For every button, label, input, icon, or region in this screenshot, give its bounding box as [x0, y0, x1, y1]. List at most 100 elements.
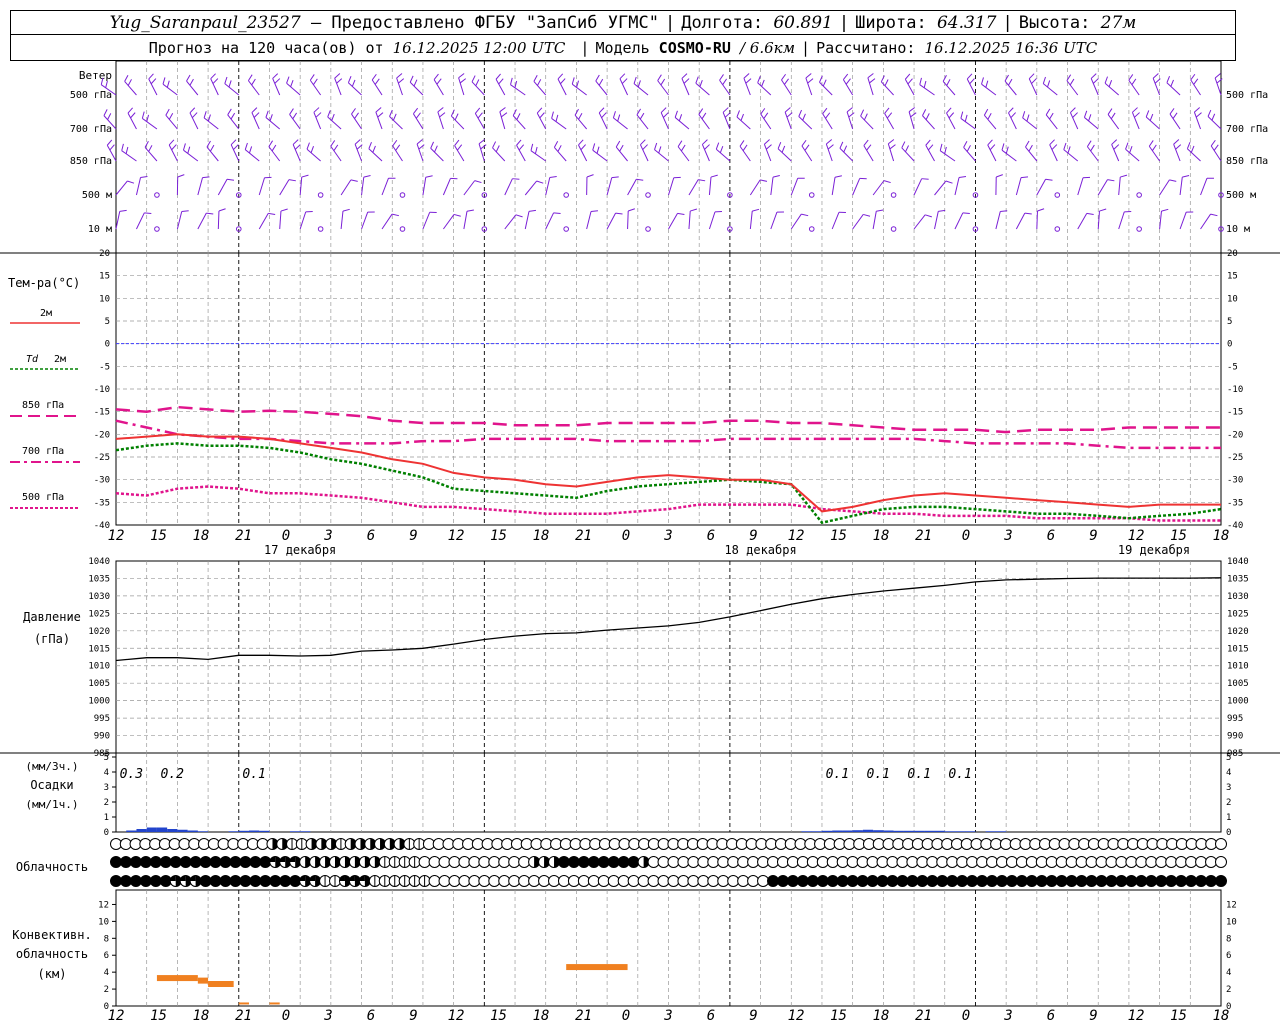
- wind-barb: [819, 81, 833, 96]
- wind-barb-flag: [471, 75, 476, 83]
- cloud-symbol-full: [239, 856, 252, 868]
- wind-barb: [1049, 144, 1058, 162]
- pres-ytick-right: 1025: [1227, 609, 1249, 619]
- wind-barb-flag: [598, 107, 605, 114]
- wind-barb-flag: [124, 75, 129, 82]
- precip-bar: [842, 830, 853, 832]
- wind-barb: [530, 150, 547, 162]
- wind-barb-flag: [433, 73, 439, 80]
- wind-barb: [934, 211, 939, 230]
- precip-bar: [893, 830, 904, 832]
- wind-barb-flag: [772, 174, 780, 178]
- conv-cloud-bar: [197, 977, 209, 984]
- wind-barb-flag: [1028, 144, 1033, 152]
- wind-barb-flag: [1172, 112, 1178, 119]
- cloud-symbol-full: [1015, 875, 1028, 887]
- wind-barb: [1063, 149, 1079, 162]
- wind-barb-flag: [1069, 78, 1075, 86]
- wind-barb-flag: [141, 111, 145, 119]
- wind-barb-flag: [722, 78, 728, 85]
- wind-barb: [422, 177, 427, 196]
- wind-barb-flag: [466, 209, 474, 212]
- cloud-symbol-full: [149, 856, 162, 868]
- wind-barb-flag: [710, 174, 718, 178]
- xtick-label-bottom: 15: [490, 1008, 507, 1024]
- wind-barb-flag: [628, 208, 635, 212]
- wind-barb-flag: [395, 144, 401, 151]
- cloud-symbol-half: [180, 875, 186, 881]
- xtick-label-bottom: 3: [323, 1008, 332, 1024]
- wind-barb-flag: [925, 139, 931, 146]
- cloud-symbol-clear: [428, 875, 441, 887]
- wind-barb-flag: [327, 110, 331, 118]
- wind-barb: [770, 177, 774, 196]
- wind-barb-flag: [719, 74, 724, 81]
- wind-barb-flag: [834, 175, 842, 178]
- prec-ytick-right: 5: [1226, 753, 1231, 763]
- prec-ytick-left: 2: [104, 798, 109, 808]
- precip-bar: [300, 831, 311, 832]
- wind-barb-flag: [1005, 146, 1009, 154]
- wind-barb-flag: [985, 80, 989, 88]
- conv-ytick-right: 4: [1226, 968, 1231, 978]
- wind-barb-flag: [866, 144, 872, 151]
- conv-ytick-left: 4: [104, 968, 109, 978]
- wind-barb-flag: [218, 208, 226, 212]
- wind-calm-mark: [154, 226, 160, 232]
- wind-level-label-right: 850 гПа: [1226, 156, 1268, 167]
- xtick-label-mid: 21: [575, 528, 592, 544]
- temp-ytick-left: -15: [94, 408, 110, 418]
- wind-barb-flag: [536, 180, 544, 184]
- cloud-symbol-clear: [747, 875, 760, 887]
- wind-barb-flag: [596, 146, 600, 154]
- wind-barb-flag: [125, 146, 129, 154]
- wind-barb-flag: [244, 142, 248, 150]
- wind-barb: [592, 149, 608, 162]
- pressure-unit: (гПа): [34, 632, 70, 646]
- wind-barb-flag: [786, 112, 793, 118]
- conv-ytick-right: 8: [1226, 934, 1231, 944]
- cloud-symbol-clear: [617, 875, 630, 887]
- xtick-label-mid: 18: [533, 528, 550, 544]
- wind-barb-flag: [398, 78, 405, 84]
- wind-barb: [121, 150, 137, 162]
- wind-barb-flag: [210, 73, 216, 80]
- cloud-symbol-clear: [637, 875, 650, 887]
- cloud-symbol-clear: [936, 856, 949, 868]
- xtick-label-mid: 21: [915, 528, 932, 544]
- wind-barb-flag: [105, 80, 108, 88]
- wind-barb: [1015, 212, 1026, 230]
- wind-barb: [217, 210, 220, 230]
- wind-barb: [571, 83, 587, 96]
- wind-barb-flag: [590, 210, 599, 213]
- wind-barb-flag: [619, 144, 624, 152]
- wind-barb-flag: [409, 75, 414, 83]
- wind-barb-flag: [294, 144, 301, 150]
- cloud-symbol-full: [1125, 875, 1138, 887]
- cloud-symbol-clear: [448, 856, 461, 868]
- xtick-label-bottom: 0: [962, 1008, 970, 1024]
- wind-barb-flag: [1190, 145, 1195, 153]
- cloud-symbol-full: [159, 875, 172, 887]
- cloud-symbol-clear: [458, 856, 471, 868]
- cloud-symbol-clear: [557, 875, 570, 887]
- prec-ytick-right: 0: [1226, 828, 1231, 838]
- wind-barb-flag: [1131, 78, 1137, 85]
- wind-barb: [289, 114, 301, 130]
- precip-3h-label: (мм/3ч.): [26, 760, 79, 773]
- xtick-label-bottom: 3: [663, 1008, 672, 1024]
- cloud-symbol-clear: [438, 856, 451, 868]
- wind-barb-flag: [939, 143, 943, 151]
- wind-barb-flag: [1107, 108, 1113, 115]
- wind-barb-flag: [654, 142, 658, 150]
- prec-ytick-left: 5: [104, 753, 109, 763]
- wind-barb-flag: [683, 78, 690, 84]
- conv-cloud-bar: [208, 981, 234, 987]
- cloud-symbol-clear: [438, 875, 451, 887]
- wind-barb-flag: [1125, 142, 1129, 150]
- wind-barb-flag: [904, 73, 911, 80]
- wind-barb-flag: [805, 73, 812, 79]
- wind-barb-flag: [1022, 111, 1026, 119]
- wind-barb: [272, 78, 281, 96]
- pres-ytick-right: 990: [1227, 732, 1243, 742]
